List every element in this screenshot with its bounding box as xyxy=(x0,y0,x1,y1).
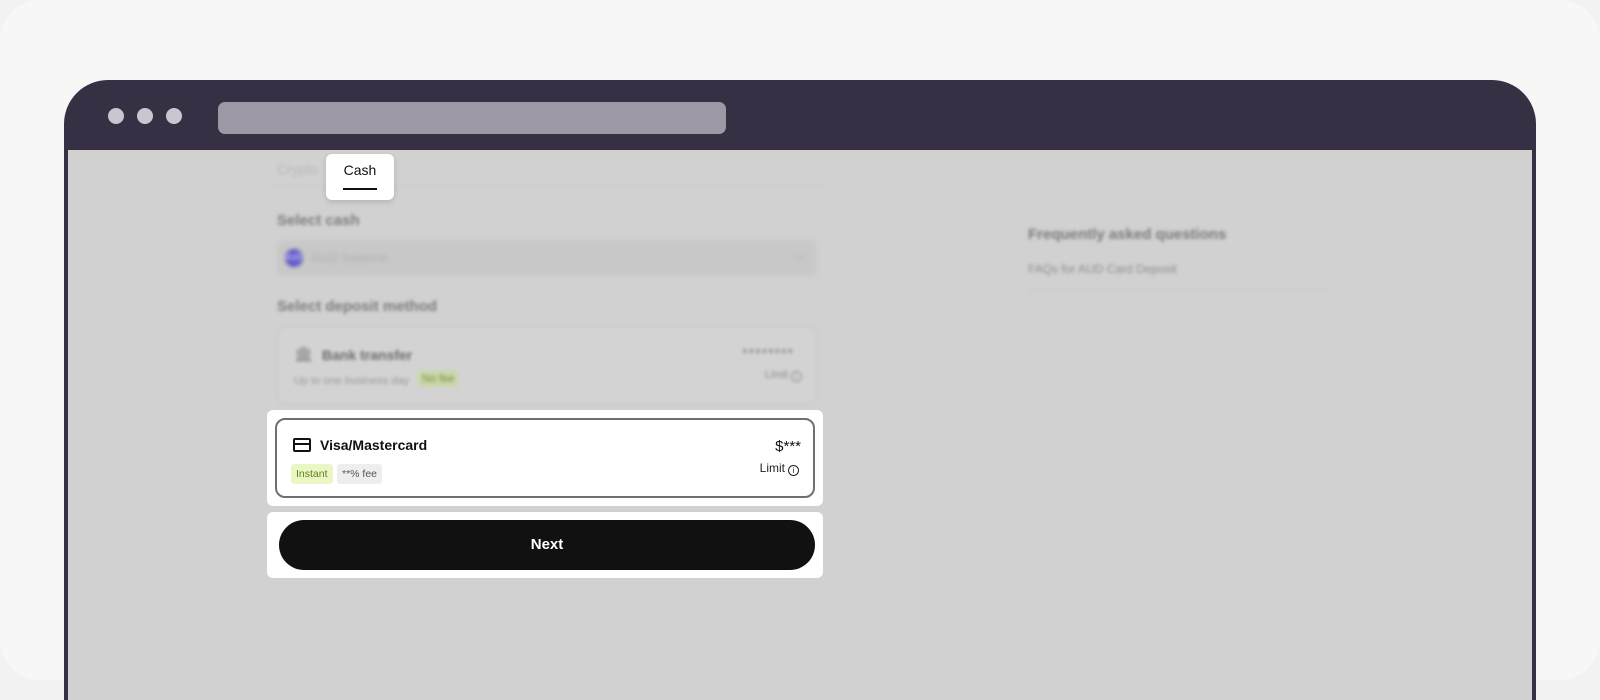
window-dot-icon xyxy=(137,108,153,124)
info-icon: i xyxy=(791,371,802,382)
credit-card-icon xyxy=(293,438,311,452)
bank-transfer-description: Up to one business day xyxy=(294,375,409,387)
cash-select-value: AUD balance xyxy=(311,250,388,265)
info-icon: i xyxy=(788,465,799,476)
select-cash-label: Select cash xyxy=(277,212,360,229)
address-bar[interactable] xyxy=(218,102,726,134)
window-dot-icon xyxy=(108,108,124,124)
fee-badge: **% fee xyxy=(337,464,383,484)
card-limit[interactable]: Limit i xyxy=(760,461,799,476)
chevron-down-icon xyxy=(793,249,805,261)
tab-cash-label: Cash xyxy=(343,162,377,178)
bank-transfer-option[interactable]: 🏛 Bank transfer Up to one business day N… xyxy=(277,326,817,404)
page-viewport: Crypto Cash Select cash AUD AUD balance … xyxy=(68,150,1532,700)
bank-limit[interactable]: Limit i xyxy=(765,369,802,382)
tab-crypto[interactable]: Crypto xyxy=(277,161,318,177)
window-dot-icon xyxy=(166,108,182,124)
bank-limit-label: Limit xyxy=(764,369,788,381)
tab-active-indicator xyxy=(343,188,377,190)
faq-title: Frequently asked questions xyxy=(1028,226,1227,243)
card-option-title: Visa/Mastercard xyxy=(320,437,428,453)
browser-window: Crypto Cash Select cash AUD AUD balance … xyxy=(64,80,1536,700)
next-button-highlight: Next xyxy=(267,512,823,578)
aud-avatar-icon: AUD xyxy=(285,249,303,267)
tab-cash[interactable]: Cash xyxy=(326,154,394,200)
bank-transfer-value: ******** xyxy=(742,345,794,361)
screenshot-frame: Crypto Cash Select cash AUD AUD balance … xyxy=(0,0,1600,700)
faq-link[interactable]: FAQs for AUD Card Deposit xyxy=(1028,262,1177,276)
no-fee-badge: No fee xyxy=(418,371,459,387)
next-button[interactable]: Next xyxy=(279,520,815,570)
card-option-value: $*** xyxy=(775,438,801,455)
card-deposit-option[interactable]: Visa/Mastercard Instant **% fee $*** Lim… xyxy=(275,418,815,498)
deposit-method-label: Select deposit method xyxy=(277,298,438,315)
bank-icon: 🏛 xyxy=(294,346,314,363)
faq-divider xyxy=(1028,290,1328,291)
card-limit-label: Limit xyxy=(759,461,785,475)
cash-select[interactable]: AUD AUD balance xyxy=(277,240,817,276)
bank-transfer-title: Bank transfer xyxy=(322,347,413,363)
instant-badge: Instant xyxy=(291,464,333,484)
card-option-highlight: Visa/Mastercard Instant **% fee $*** Lim… xyxy=(267,410,823,506)
